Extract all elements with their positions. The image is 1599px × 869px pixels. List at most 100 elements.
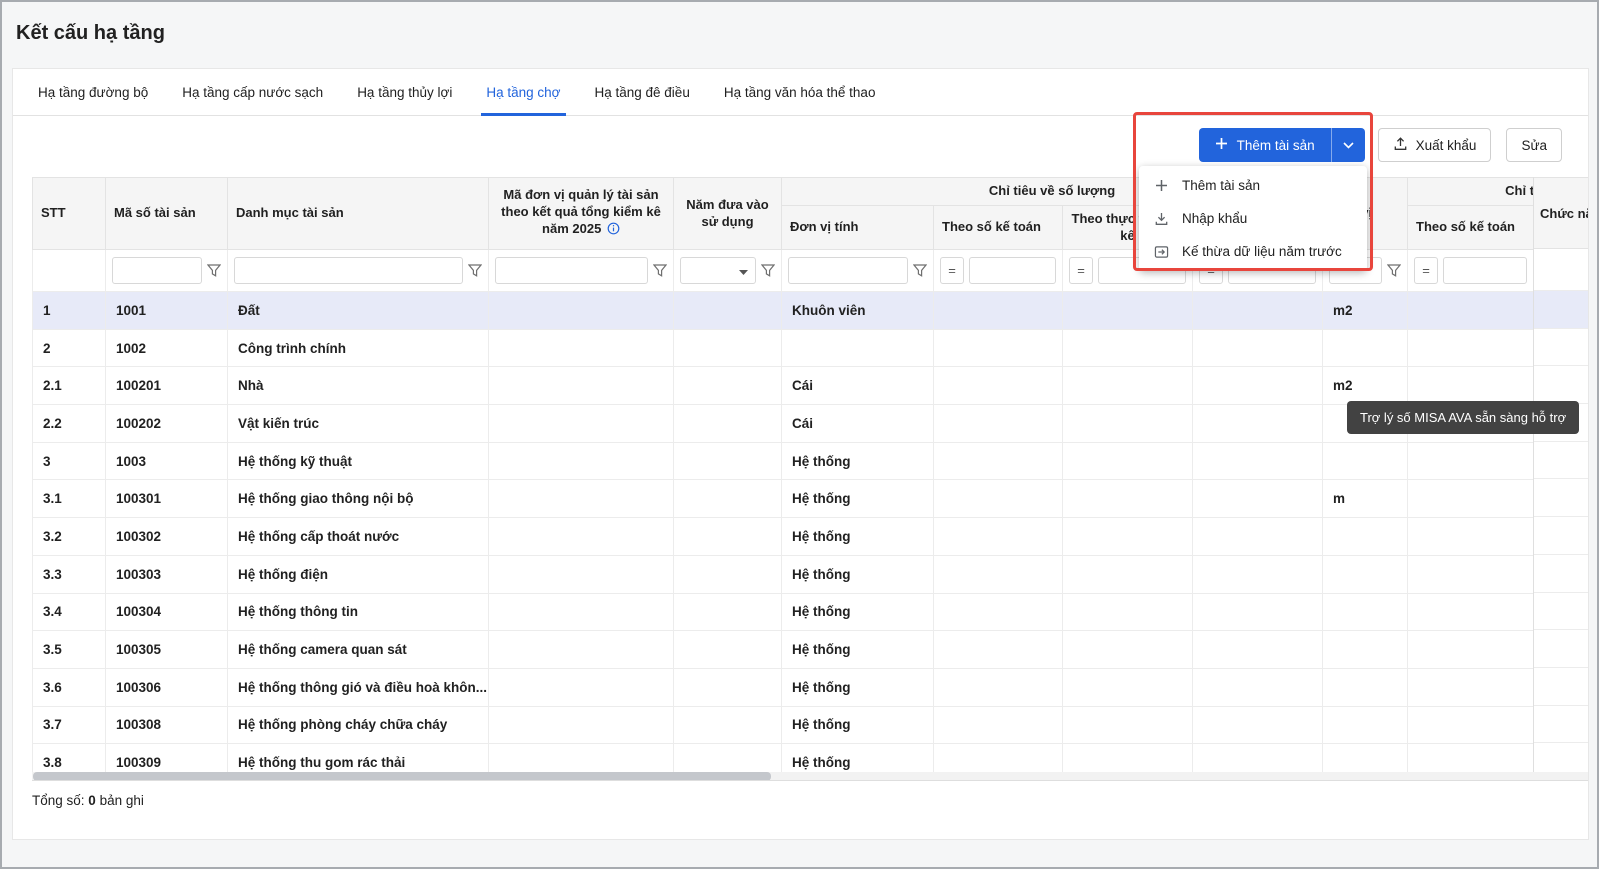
cell-per-inventory xyxy=(1063,480,1193,518)
col-header-asset-code[interactable]: Mã số tài sản xyxy=(106,178,228,250)
cell-actions xyxy=(1534,593,1588,631)
cell-unit2 xyxy=(1323,631,1408,669)
cell-unit-code xyxy=(489,480,674,518)
cell-asset-code: 1002 xyxy=(106,329,228,367)
cell-asset-category: Hệ thống kỹ thuật xyxy=(228,442,489,480)
edit-button[interactable]: Sửa xyxy=(1506,128,1562,162)
add-asset-button[interactable]: Thêm tài sản xyxy=(1199,128,1331,162)
cell-unit xyxy=(782,329,934,367)
cell-stt: 3.7 xyxy=(33,706,106,744)
menu-item-ke-thua-du-lieu[interactable]: Kế thừa dữ liệu năm trước xyxy=(1139,235,1367,268)
cell-asset-category: Đất xyxy=(228,292,489,330)
cell-asset-code: 100308 xyxy=(106,706,228,744)
tab-ha-tang-thuy-loi[interactable]: Hạ tầng thủy lợi xyxy=(340,69,469,115)
cell-unit-code xyxy=(489,367,674,405)
cell-per-inventory xyxy=(1063,668,1193,706)
col-header-year-in-use[interactable]: Năm đưa vào sử dụng xyxy=(674,178,782,250)
tab-ha-tang-van-hoa-the-thao[interactable]: Hạ tầng văn hóa thể thao xyxy=(707,69,893,115)
cell-per-inventory xyxy=(1063,442,1193,480)
unit-code-filter-input[interactable] xyxy=(495,257,648,284)
equals-operator[interactable]: = xyxy=(1069,257,1093,284)
cell-per-inventory xyxy=(1063,555,1193,593)
cell-unit: Khuôn viên xyxy=(782,292,934,330)
cell-stt: 2 xyxy=(33,329,106,367)
table-row[interactable]: 3.1 100301 Hệ thống giao thông nội bộ Hệ… xyxy=(33,480,1589,518)
tab-ha-tang-cho[interactable]: Hạ tầng chợ xyxy=(469,69,577,115)
toolbar: Thêm tài sản Xuất khẩu Sửa xyxy=(1199,128,1562,162)
horizontal-scrollbar-thumb[interactable] xyxy=(33,772,771,781)
col-header-per-accounting2[interactable]: Theo số kế toán xyxy=(1408,206,1534,250)
cell-unit2 xyxy=(1323,555,1408,593)
cell-unit: Hệ thống xyxy=(782,593,934,631)
per-accounting-filter-input[interactable] xyxy=(969,257,1056,284)
export-button[interactable]: Xuất khẩu xyxy=(1378,128,1492,162)
filter-icon[interactable] xyxy=(913,264,927,277)
cell-actions xyxy=(1534,291,1588,329)
cell-stt: 3 xyxy=(33,442,106,480)
cell-year xyxy=(674,442,782,480)
col-header-per-accounting[interactable]: Theo số kế toán xyxy=(934,206,1063,250)
cell-per-inventory xyxy=(1063,367,1193,405)
info-icon[interactable] xyxy=(607,222,620,240)
table-row[interactable]: 3.4 100304 Hệ thống thông tin Hệ thống xyxy=(33,593,1589,631)
table-row[interactable]: 3.2 100302 Hệ thống cấp thoát nước Hệ th… xyxy=(33,518,1589,556)
cell-per-accounting xyxy=(934,593,1063,631)
cell-difference xyxy=(1193,405,1323,443)
table-row[interactable]: 2 1002 Công trình chính xyxy=(33,329,1589,367)
cell-year xyxy=(674,405,782,443)
cell-difference xyxy=(1193,292,1323,330)
tab-ha-tang-de-dieu[interactable]: Hạ tầng đê điều xyxy=(578,69,707,115)
cell-per-accounting xyxy=(934,292,1063,330)
cell-per-accounting2 xyxy=(1408,367,1534,405)
cell-per-inventory xyxy=(1063,706,1193,744)
table-row[interactable]: 3.6 100306 Hệ thống thông gió và điều ho… xyxy=(33,668,1589,706)
asset-code-filter-input[interactable] xyxy=(112,257,202,284)
table-row[interactable]: 2.1 100201 Nhà Cái m2 xyxy=(33,367,1589,405)
cell-stt: 3.3 xyxy=(33,555,106,593)
equals-operator[interactable]: = xyxy=(1414,257,1438,284)
cell-asset-category: Hệ thống phòng cháy chữa cháy xyxy=(228,706,489,744)
cell-per-accounting2 xyxy=(1408,593,1534,631)
filter-icon[interactable] xyxy=(1387,264,1401,277)
cell-asset-category: Hệ thống thông tin xyxy=(228,593,489,631)
menu-item-them-tai-san[interactable]: Thêm tài sản xyxy=(1139,169,1367,202)
cell-per-accounting2 xyxy=(1408,668,1534,706)
table-row[interactable]: 1 1001 Đất Khuôn viên m2 xyxy=(33,292,1589,330)
cell-difference xyxy=(1193,668,1323,706)
unit-filter-input[interactable] xyxy=(788,257,908,284)
filter-icon[interactable] xyxy=(468,264,482,277)
cell-asset-code: 100202 xyxy=(106,405,228,443)
year-filter-select[interactable] xyxy=(680,257,756,284)
cell-actions xyxy=(1534,329,1588,367)
cell-per-inventory xyxy=(1063,518,1193,556)
cell-difference xyxy=(1193,593,1323,631)
cell-stt: 1 xyxy=(33,292,106,330)
filter-icon[interactable] xyxy=(207,264,221,277)
col-header-asset-category[interactable]: Danh mục tài sản xyxy=(228,178,489,250)
col-header-unit[interactable]: Đơn vị tính xyxy=(782,206,934,250)
cell-stt: 3.4 xyxy=(33,593,106,631)
table-row[interactable]: 3 1003 Hệ thống kỹ thuật Hệ thống xyxy=(33,442,1589,480)
filter-icon[interactable] xyxy=(653,264,667,277)
tab-ha-tang-duong-bo[interactable]: Hạ tầng đường bộ xyxy=(21,69,165,115)
actions-pinned-column: Chức năng xyxy=(1533,177,1588,781)
table-row[interactable]: 3.3 100303 Hệ thống điện Hệ thống xyxy=(33,555,1589,593)
filter-icon[interactable] xyxy=(761,264,775,277)
cell-year xyxy=(674,555,782,593)
tab-ha-tang-cap-nuoc-sach[interactable]: Hạ tầng cấp nước sạch xyxy=(165,69,340,115)
table-row[interactable]: 3.5 100305 Hệ thống camera quan sát Hệ t… xyxy=(33,631,1589,669)
cell-year xyxy=(674,329,782,367)
per-accounting2-filter-input[interactable] xyxy=(1443,257,1527,284)
cell-unit2 xyxy=(1323,593,1408,631)
cell-unit: Cái xyxy=(782,405,934,443)
asset-category-filter-input[interactable] xyxy=(234,257,463,284)
table-row[interactable]: 3.7 100308 Hệ thống phòng cháy chữa cháy… xyxy=(33,706,1589,744)
col-header-stt[interactable]: STT xyxy=(33,178,106,250)
equals-operator[interactable]: = xyxy=(940,257,964,284)
cell-stt: 3.5 xyxy=(33,631,106,669)
cell-difference xyxy=(1193,706,1323,744)
cell-asset-code: 100303 xyxy=(106,555,228,593)
col-header-unit-code-2025[interactable]: Mã đơn vị quản lý tài sản theo kết quả t… xyxy=(489,178,674,250)
add-asset-dropdown-toggle[interactable] xyxy=(1331,128,1365,162)
menu-item-nhap-khau[interactable]: Nhập khẩu xyxy=(1139,202,1367,235)
